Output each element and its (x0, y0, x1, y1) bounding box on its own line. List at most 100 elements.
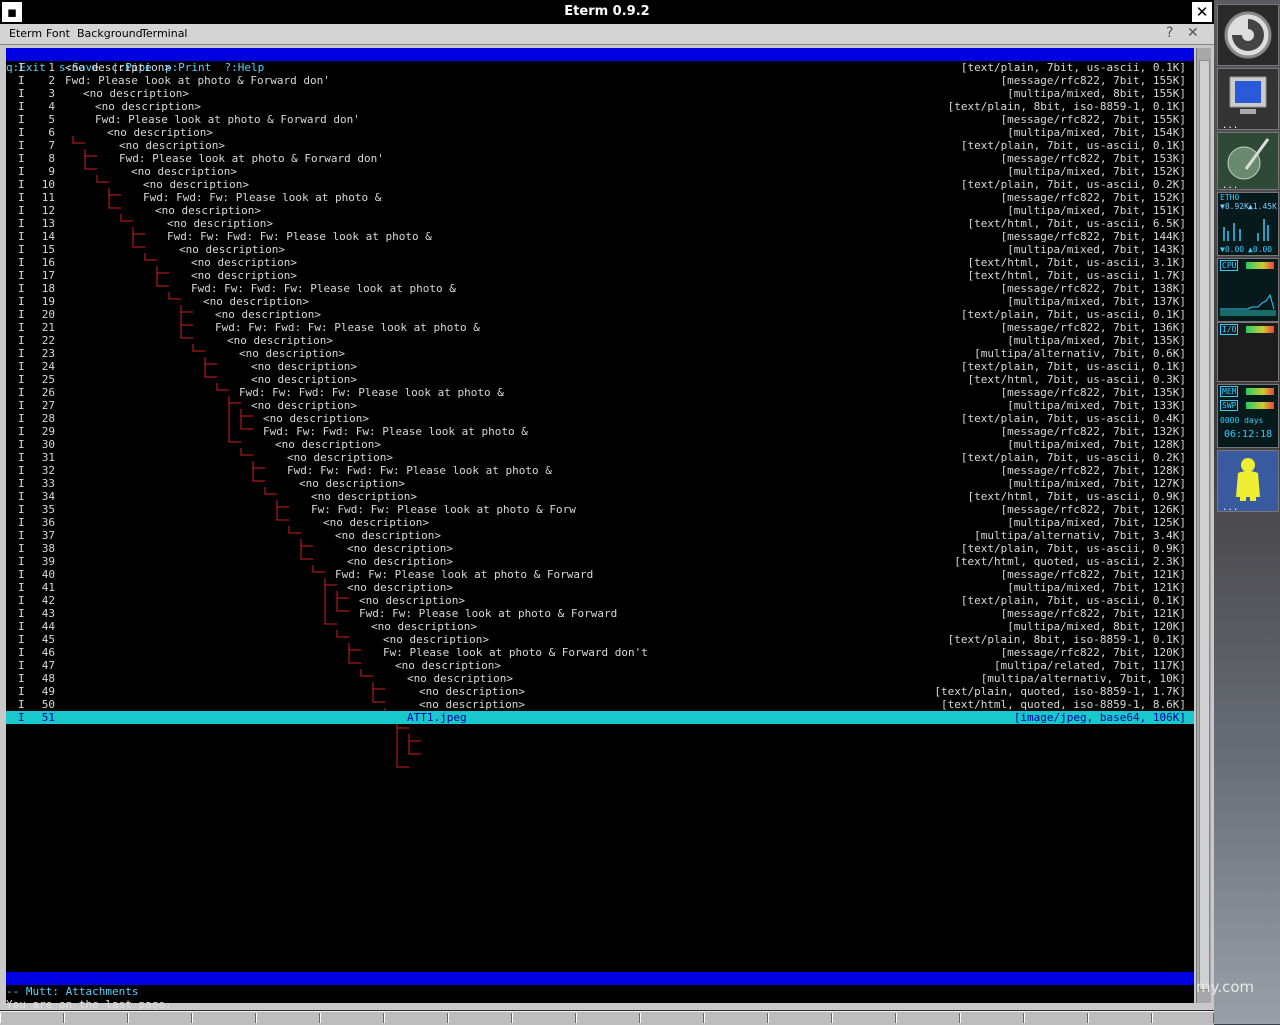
attachment-row[interactable]: I 43 Fwd: Fw: Please look at photo & Forwa… (6, 607, 1194, 620)
attachment-row[interactable]: I 33 <no description> [multipa/mixed, 7bit,… (6, 477, 1194, 490)
attachment-row[interactable]: I 20 <no description> [text/plain, 7bit, us… (6, 308, 1194, 321)
attachment-row[interactable]: I 6 <no description> [multipa/mixed, 7bit, … (6, 126, 1194, 139)
taskbar-slot[interactable] (832, 1013, 896, 1023)
attachment-row[interactable]: I 31 <no description> [text/plain, 7bit, us… (6, 451, 1194, 464)
attachment-row[interactable]: I 23 <no description> [multipa/alternativ, … (6, 347, 1194, 360)
menu-background[interactable]: Background (77, 27, 143, 40)
dock-app-icon[interactable] (1217, 4, 1279, 66)
attachment-flag: I (18, 256, 25, 269)
attachment-row[interactable]: I 4 <no description> [text/plain, 8bit, iso… (6, 100, 1194, 113)
taskbar-slot[interactable] (1152, 1013, 1214, 1023)
taskbar-slot[interactable] (64, 1013, 128, 1023)
help-icon[interactable]: ? (1166, 25, 1173, 41)
taskbar-slot[interactable] (192, 1013, 256, 1023)
attachment-type-info: [message/rfc822, 7bit, 144K] (1000, 230, 1186, 243)
attachment-row[interactable]: I 44 <no description> [multipa/mixed, 8bit,… (6, 620, 1194, 633)
attachment-row[interactable]: I 51 ATT1.jpeg [image/jpeg, base64, 106K] (6, 711, 1194, 724)
attachment-row[interactable]: I 28 <no description> [text/plain, 7bit, us… (6, 412, 1194, 425)
attachment-row[interactable]: I 34 <no description> [text/html, 7bit, us-… (6, 490, 1194, 503)
title-bar[interactable]: ▪ Eterm 0.9.2 ✕ (0, 0, 1214, 24)
taskbar-slot[interactable] (128, 1013, 192, 1023)
attachment-row[interactable]: I 12 <no description> [multipa/mixed, 7bit,… (6, 204, 1194, 217)
taskbar-slot[interactable] (640, 1013, 704, 1023)
terminal-area[interactable]: q:Exit s:Save |:Pipe p:Print ?:Help I 1 <n… (6, 48, 1194, 1011)
dock-paint-button[interactable]: ... (1217, 132, 1279, 191)
window-title: Eterm 0.9.2 (564, 4, 650, 19)
taskbar-slot[interactable] (896, 1013, 960, 1023)
close-icon[interactable]: ✕ (1187, 25, 1199, 41)
attachment-row[interactable]: I 45 <no description> [text/plain, 8bit, is… (6, 633, 1194, 646)
attachment-row[interactable]: I 39 <no description> [text/html, quoted, u… (6, 555, 1194, 568)
taskbar-slot[interactable] (0, 1013, 64, 1023)
taskbar-slot[interactable] (384, 1013, 448, 1023)
taskbar-slot[interactable] (576, 1013, 640, 1023)
attachment-row[interactable]: I 35 Fw: Fwd: Fw: Please look at photo & F… (6, 503, 1194, 516)
attachment-row[interactable]: I 37 <no description> [multipa/alternativ, … (6, 529, 1194, 542)
attachment-row[interactable]: I 3 <no description> [multipa/mixed, 8bit, … (6, 87, 1194, 100)
attachment-row[interactable]: I 41 <no description> [multipa/mixed, 7bit,… (6, 581, 1194, 594)
menu-terminal[interactable]: Terminal (141, 27, 188, 40)
attachment-description: <no description> (263, 412, 369, 425)
dock-penguin-button[interactable]: ... (1217, 450, 1279, 513)
attachment-row[interactable]: I 46 Fw: Please look at photo & Forward do… (6, 646, 1194, 659)
attachment-flag: I (18, 685, 25, 698)
attachment-row[interactable]: I 21 Fwd: Fw: Fwd: Fw: Please look at phot… (6, 321, 1194, 334)
close-window-button[interactable]: ✕ (1192, 2, 1212, 22)
attachment-row[interactable]: I 19 <no description> [multipa/mixed, 7bit,… (6, 295, 1194, 308)
attachment-row[interactable]: I 26 Fwd: Fw: Fwd: Fw: Please look at phot… (6, 386, 1194, 399)
attachment-row[interactable]: I 50 <no description> [text/html, quoted, i… (6, 698, 1194, 711)
attachment-row[interactable]: I 5 Fwd: Please look at photo & Forward do… (6, 113, 1194, 126)
attachment-row[interactable]: I 16 <no description> [text/html, 7bit, us-… (6, 256, 1194, 269)
attachment-row[interactable]: I 8 Fwd: Please look at photo & Forward do… (6, 152, 1194, 165)
dock-dots: ... (1222, 181, 1239, 191)
taskbar-slot[interactable] (320, 1013, 384, 1023)
attachment-row[interactable]: I 9 <no description> [multipa/mixed, 7bit, … (6, 165, 1194, 178)
taskbar-slot[interactable] (768, 1013, 832, 1023)
attachment-row[interactable]: I 25 <no description> [text/html, 7bit, us-… (6, 373, 1194, 386)
attachment-row[interactable]: I 18 Fwd: Fw: Fwd: Fw: Please look at phot… (6, 282, 1194, 295)
attachment-row[interactable]: I 15 <no description> [multipa/mixed, 7bit,… (6, 243, 1194, 256)
attachment-row[interactable]: I 29 Fwd: Fw: Fwd: Fw: Please look at phot… (6, 425, 1194, 438)
attachment-row[interactable]: I 7 <no description> [text/plain, 7bit, us-… (6, 139, 1194, 152)
attachment-row[interactable]: I 49 <no description> [text/plain, quoted, … (6, 685, 1194, 698)
attachment-row[interactable]: I 13 <no description> [text/html, 7bit, us-… (6, 217, 1194, 230)
menu-eterm[interactable]: Eterm (9, 27, 42, 40)
taskbar-slot[interactable] (960, 1013, 1024, 1023)
taskbar-slot[interactable] (704, 1013, 768, 1023)
taskbar[interactable] (0, 1011, 1214, 1025)
attachment-row[interactable]: I 47 <no description> [multipa/related, 7bi… (6, 659, 1194, 672)
attachment-type-info: [text/plain, 8bit, iso-8859-1, 0.1K] (947, 100, 1186, 113)
attachment-type-info: [message/rfc822, 7bit, 135K] (1000, 386, 1186, 399)
taskbar-slot[interactable] (256, 1013, 320, 1023)
attachment-description: Fwd: Fw: Please look at photo & Forward (335, 568, 594, 581)
taskbar-slot[interactable] (1088, 1013, 1152, 1023)
attachment-row[interactable]: I 24 <no description> [text/plain, 7bit, us… (6, 360, 1194, 373)
attachment-flag: I (18, 607, 25, 620)
attachment-flag: I (18, 516, 25, 529)
dock-monitor-button[interactable]: ... (1217, 68, 1279, 131)
taskbar-slot[interactable] (1024, 1013, 1088, 1023)
attachment-row[interactable]: I 38 <no description> [text/plain, 7bit, us… (6, 542, 1194, 555)
scrollbar[interactable] (1196, 48, 1211, 1003)
attachment-row[interactable]: I 36 <no description> [multipa/mixed, 7bit,… (6, 516, 1194, 529)
scrollbar-thumb[interactable] (1199, 60, 1210, 990)
attachment-row[interactable]: I 42 <no description> [text/plain, 7bit, us… (6, 594, 1194, 607)
attachment-row[interactable]: I 30 <no description> [multipa/mixed, 7bit,… (6, 438, 1194, 451)
attachment-row[interactable]: I 2 Fwd: Please look at photo & Forward do… (6, 74, 1194, 87)
attachment-number: 25 (41, 373, 55, 386)
attachment-row[interactable]: I 48 <no description> [multipa/alternativ, … (6, 672, 1194, 685)
attachment-flag: I (18, 295, 25, 308)
attachment-row[interactable]: I 32 Fwd: Fw: Fwd: Fw: Please look at phot… (6, 464, 1194, 477)
menu-font[interactable]: Font (46, 27, 70, 40)
taskbar-slot[interactable] (448, 1013, 512, 1023)
attachment-row[interactable]: I 17 <no description> [text/html, 7bit, us-… (6, 269, 1194, 282)
attachment-row[interactable]: I 1 <no description> [text/plain, 7bit, us-… (6, 61, 1194, 74)
attachment-row[interactable]: I 22 <no description> [multipa/mixed, 7bit,… (6, 334, 1194, 347)
attachment-row[interactable]: I 27 <no description> [multipa/mixed, 7bit,… (6, 399, 1194, 412)
attachment-row[interactable]: I 14 Fwd: Fw: Fwd: Fw: Please look at phot… (6, 230, 1194, 243)
attachment-flag: I (18, 178, 25, 191)
attachment-row[interactable]: I 40 Fwd: Fw: Please look at photo & Forwa… (6, 568, 1194, 581)
attachment-row[interactable]: I 10 <no description> [text/plain, 7bit, us… (6, 178, 1194, 191)
taskbar-slot[interactable] (512, 1013, 576, 1023)
attachment-row[interactable]: I 11 Fwd: Fwd: Fw: Please look at photo & [… (6, 191, 1194, 204)
